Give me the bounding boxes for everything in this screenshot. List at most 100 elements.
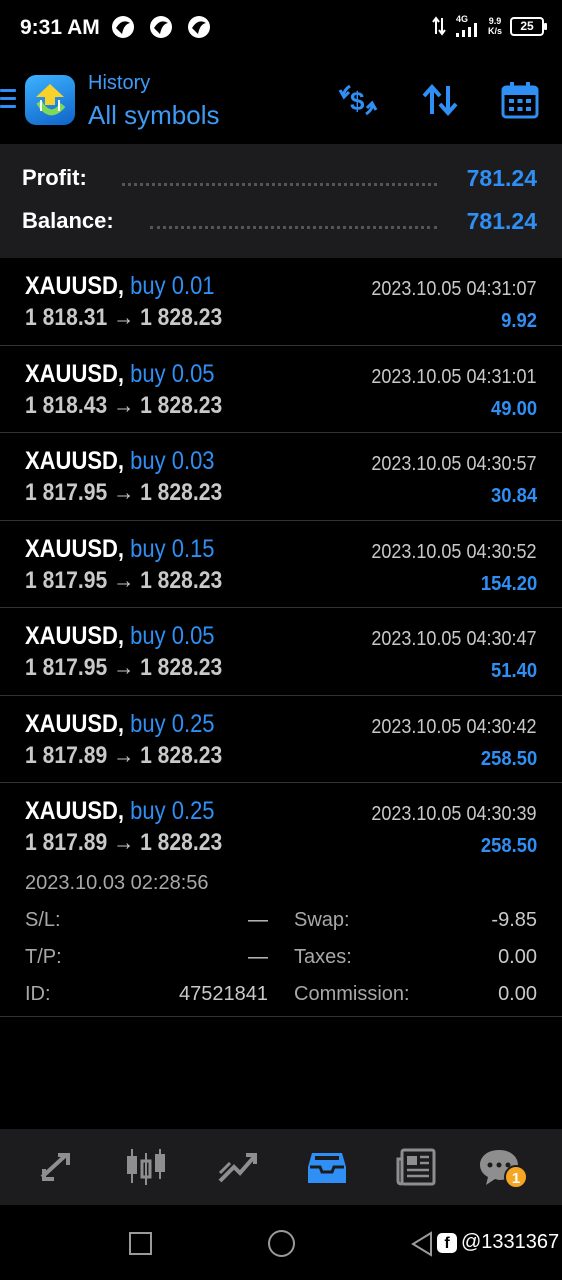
deal-side: buy 0.25: [130, 709, 215, 738]
balance-label: Balance:: [22, 208, 114, 233]
deal-symbol: XAUUSD,: [25, 534, 125, 563]
deal-profit: 9.92: [501, 310, 537, 332]
deal-side: buy 0.01: [130, 272, 215, 300]
deal-time: 2023.10.05 04:30:47: [371, 628, 537, 650]
swap-label: Swap:: [294, 909, 350, 931]
notification-app-icon: [148, 14, 174, 40]
battery-icon: 25: [510, 16, 547, 36]
swap-value: -9.85: [491, 909, 537, 931]
tp-value: —: [248, 946, 268, 968]
arrow-icon: →: [113, 654, 135, 681]
balance-value: 781.24: [466, 208, 537, 234]
deal-profit: 258.50: [480, 747, 537, 770]
deal-row[interactable]: XAUUSD, buy 0.05 1 818.43 → 1 828.23 202…: [0, 346, 562, 433]
signal-icon: 4G: [454, 14, 480, 37]
deal-time: 2023.10.05 04:30:57: [371, 453, 537, 475]
deal-row[interactable]: XAUUSD, buy 0.15 1 817.95 → 1 828.23 202…: [0, 521, 562, 608]
deal-profit: 154.20: [480, 572, 537, 595]
deal-close-price: 1 828.23: [140, 654, 223, 681]
watermark-text: @1331367: [461, 1231, 560, 1253]
status-time: 9:31 AM: [20, 16, 100, 39]
deal-close-price: 1 828.23: [140, 566, 223, 594]
dotted-leader: [150, 226, 437, 229]
tp-label: T/P:: [25, 946, 62, 968]
deal-open-price: 1 818.43: [25, 391, 108, 419]
profit-row: Profit: 781.24: [22, 165, 537, 197]
deal-open-time: 2023.10.03 02:28:56: [25, 872, 209, 894]
deal-open-price: 1 817.95: [25, 566, 108, 594]
deal-side: buy 0.25: [130, 797, 215, 825]
sort-icon[interactable]: [420, 80, 460, 120]
sl-label: S/L:: [25, 909, 61, 931]
metatrader-logo: [25, 75, 75, 125]
currency-filter-icon[interactable]: $: [338, 80, 378, 120]
arrow-icon: →: [113, 566, 135, 594]
chat-icon[interactable]: 1: [478, 1147, 528, 1189]
deal-time: 2023.10.05 04:30:42: [371, 715, 537, 738]
summary-panel: Profit: 781.24 Balance: 781.24: [0, 144, 562, 258]
id-value: 47521841: [179, 983, 268, 1005]
deal-profit: 258.50: [480, 835, 537, 857]
arrow-icon: →: [113, 304, 135, 331]
chat-badge: 1: [504, 1165, 528, 1189]
notification-icons: [110, 14, 212, 40]
history-icon[interactable]: [306, 1147, 348, 1187]
back-button[interactable]: [410, 1231, 434, 1262]
deal-row[interactable]: XAUUSD, buy 0.03 1 817.95 → 1 828.23 202…: [0, 433, 562, 521]
deal-row[interactable]: XAUUSD, buy 0.25 1 817.89 → 1 828.23 202…: [0, 696, 562, 783]
facebook-icon: f: [437, 1232, 457, 1253]
commission-label: Commission:: [294, 983, 410, 1005]
deal-side: buy 0.03: [130, 447, 215, 475]
deals-list: XAUUSD, buy 0.01 1 818.31 → 1 828.23 202…: [0, 258, 562, 1017]
deal-profit: 30.84: [490, 485, 537, 507]
sl-value: —: [248, 909, 268, 931]
news-icon[interactable]: [396, 1147, 438, 1187]
deal-open-price: 1 818.31: [25, 304, 108, 331]
data-transfer-icon: [432, 16, 446, 36]
deal-symbol: XAUUSD,: [25, 622, 125, 650]
deal-open-price: 1 817.95: [25, 479, 108, 506]
arrow-icon: →: [113, 479, 135, 506]
trade-icon[interactable]: [216, 1147, 258, 1187]
deal-open-price: 1 817.95: [25, 654, 108, 681]
header-subtitle: History: [88, 72, 151, 94]
arrow-icon: →: [113, 741, 135, 769]
deal-row[interactable]: XAUUSD, buy 0.01 1 818.31 → 1 828.23 202…: [0, 258, 562, 346]
deal-close-price: 1 828.23: [140, 304, 223, 331]
deal-side: buy 0.05: [130, 622, 215, 650]
chart-icon[interactable]: [126, 1147, 168, 1187]
svg-text:$: $: [350, 86, 365, 116]
taxes-label: Taxes:: [294, 946, 352, 968]
deal-symbol: XAUUSD,: [25, 359, 125, 388]
commission-value: 0.00: [498, 983, 537, 1005]
menu-icon[interactable]: [0, 89, 16, 111]
bottom-nav: 1: [0, 1129, 562, 1205]
header-title[interactable]: All symbols: [88, 100, 219, 131]
net-speed: 9.9 K/s: [487, 16, 502, 36]
app-header: History All symbols $: [0, 58, 562, 144]
deal-symbol: XAUUSD,: [25, 797, 125, 825]
deal-side: buy 0.05: [130, 359, 215, 388]
recents-button[interactable]: [129, 1232, 152, 1255]
arrow-icon: →: [113, 829, 135, 856]
deal-close-price: 1 828.23: [140, 741, 223, 769]
deal-time: 2023.10.05 04:31:01: [371, 365, 537, 388]
id-label: ID:: [25, 983, 51, 1005]
deal-time: 2023.10.05 04:31:07: [371, 278, 537, 300]
notification-app-icon: [110, 14, 136, 40]
deal-row-expanded[interactable]: XAUUSD, buy 0.25 1 817.89 → 1 828.23 202…: [0, 783, 562, 1017]
balance-row: Balance: 781.24: [22, 208, 537, 240]
deal-profit: 51.40: [490, 660, 537, 682]
deal-row[interactable]: XAUUSD, buy 0.05 1 817.95 → 1 828.23 202…: [0, 608, 562, 696]
quotes-icon[interactable]: [36, 1147, 78, 1187]
profit-value: 781.24: [466, 165, 537, 191]
taxes-value: 0.00: [498, 946, 537, 968]
deal-close-price: 1 828.23: [140, 391, 223, 419]
home-button[interactable]: [268, 1230, 295, 1257]
deal-symbol: XAUUSD,: [25, 272, 125, 300]
calendar-icon[interactable]: [500, 80, 540, 120]
deal-symbol: XAUUSD,: [25, 709, 125, 738]
profit-label: Profit:: [22, 165, 87, 190]
deal-time: 2023.10.05 04:30:52: [371, 540, 537, 563]
deal-side: buy 0.15: [130, 534, 215, 563]
